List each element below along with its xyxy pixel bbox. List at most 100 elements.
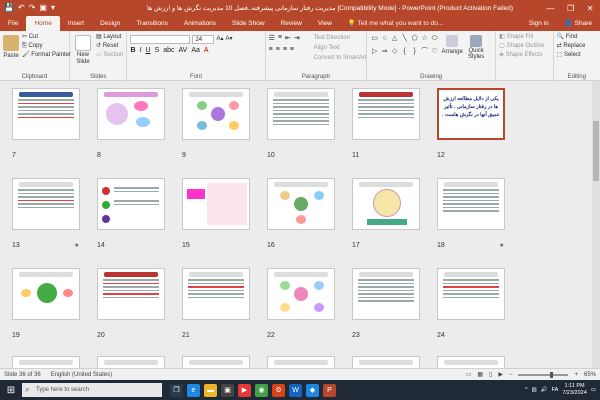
decrease-indent-icon[interactable]: ⇤	[285, 34, 291, 42]
slide-thumbnail-partial[interactable]	[12, 356, 80, 368]
restore-button[interactable]: ❐	[567, 4, 574, 13]
language-status[interactable]: English (United States)	[51, 372, 112, 378]
copy-button[interactable]: ⎘ Copy	[22, 42, 71, 51]
task-view-icon[interactable]: ❐	[170, 383, 183, 397]
paste-button[interactable]: Paste	[3, 33, 19, 61]
edge-icon[interactable]: e	[187, 383, 200, 397]
close-button[interactable]: ✕	[587, 4, 594, 13]
font-size-box[interactable]: 24	[192, 35, 215, 44]
text-direction-button[interactable]: Text Direction	[314, 34, 350, 43]
slide-thumbnail-10[interactable]	[267, 88, 335, 140]
slide-thumbnail-partial[interactable]	[182, 356, 250, 368]
slide-thumbnail-22[interactable]	[267, 268, 335, 320]
font-color-icon[interactable]: A	[204, 47, 209, 54]
shapes-gallery[interactable]: ▭ ○ △ ╲ ⬠ ☆ ⬭ ▷ ⇒ ◇{} ⌒ ♡	[370, 35, 439, 60]
share-button[interactable]: 👤 Share	[557, 16, 600, 31]
save-icon[interactable]: 💾	[4, 0, 14, 16]
slide-thumbnail-14[interactable]	[97, 178, 165, 230]
underline-icon[interactable]: U	[145, 47, 150, 54]
zoom-in-icon[interactable]: +	[574, 372, 578, 378]
align-right-icon[interactable]: ≡	[283, 46, 287, 53]
zoom-out-icon[interactable]: −	[509, 372, 513, 378]
tab-view[interactable]: View	[310, 16, 340, 31]
tab-animations[interactable]: Animations	[176, 16, 224, 31]
slide-thumbnail-partial[interactable]	[352, 356, 420, 368]
slide-thumbnail-21[interactable]	[182, 268, 250, 320]
chrome-icon[interactable]: ◉	[255, 383, 268, 397]
photos-icon[interactable]: ◆	[306, 383, 319, 397]
slide-thumbnail-16[interactable]	[267, 178, 335, 230]
slide-thumbnail-13[interactable]	[12, 178, 80, 230]
system-clock[interactable]: 1:11 PM 7/23/2024	[562, 383, 586, 397]
quick-styles-button[interactable]: Quick Styles	[465, 33, 487, 60]
file-explorer-icon[interactable]: ▬	[204, 383, 217, 397]
convert-smartart-button[interactable]: Convert to SmartArt	[314, 54, 367, 63]
media-player-icon[interactable]: ▶	[238, 383, 251, 397]
align-text-button[interactable]: Align Text	[314, 44, 340, 53]
scrollbar-thumb[interactable]	[593, 121, 599, 181]
replace-button[interactable]: ⇄ Replace	[557, 42, 597, 51]
slide-thumbnail-11[interactable]	[352, 88, 420, 140]
tab-slide-show[interactable]: Slide Show	[224, 16, 273, 31]
tell-me-box[interactable]: 💡 Tell me what you want to do...	[340, 16, 451, 31]
new-slide-button[interactable]: New Slide	[73, 33, 93, 66]
tab-design[interactable]: Design	[92, 16, 128, 31]
minimize-button[interactable]: —	[546, 4, 554, 13]
slide-thumbnail-partial[interactable]	[437, 356, 505, 368]
word-icon[interactable]: W	[289, 383, 302, 397]
font-name-box[interactable]	[130, 35, 191, 44]
select-button[interactable]: ⬚ Select	[557, 51, 597, 60]
taskbar-search-box[interactable]: ⌕ Type here to search	[22, 383, 162, 397]
shrink-font-icon[interactable]: A▾	[225, 35, 232, 44]
reset-button[interactable]: ↺ Reset	[96, 42, 123, 51]
network-icon[interactable]: ▥	[532, 387, 537, 393]
tray-chevron-icon[interactable]: ^	[525, 387, 528, 393]
normal-view-icon[interactable]: ▭	[466, 371, 472, 378]
redo-icon[interactable]: ↷	[29, 0, 36, 16]
align-left-icon[interactable]: ≡	[269, 46, 273, 53]
arrange-button[interactable]: Arrange	[441, 33, 463, 60]
zoom-slider[interactable]	[518, 371, 569, 378]
slide-thumbnail-24[interactable]	[437, 268, 505, 320]
windows-start-icon[interactable]: ⊞	[0, 380, 22, 400]
cut-button[interactable]: ✂ Cut	[22, 33, 71, 42]
slide-thumbnail-8[interactable]	[97, 88, 165, 140]
slide-thumbnail-9[interactable]	[182, 88, 250, 140]
sign-in-link[interactable]: Sign in	[521, 16, 557, 31]
slide-thumbnail-18[interactable]	[437, 178, 505, 230]
slide-thumbnail-7[interactable]	[12, 88, 80, 140]
tab-review[interactable]: Review	[273, 16, 310, 31]
find-button[interactable]: 🔍 Find	[557, 33, 597, 42]
shadow-icon[interactable]: S	[155, 47, 160, 54]
layout-button[interactable]: ▤ Layout	[96, 33, 123, 42]
grow-font-icon[interactable]: A▴	[216, 35, 223, 44]
slideshow-view-icon[interactable]: ▶	[498, 371, 503, 378]
tab-file[interactable]: File	[0, 16, 26, 31]
increase-indent-icon[interactable]: ⇥	[294, 34, 300, 42]
shape-fill-button[interactable]: ◧ Shape Fill	[499, 33, 549, 42]
settings-icon[interactable]: ⚙	[272, 383, 285, 397]
bold-icon[interactable]: B	[130, 47, 135, 54]
shape-outline-button[interactable]: ▢ Shape Outline	[499, 42, 549, 51]
slide-sorter[interactable]: 7 8 9 10 11 یکی از دلایل مطالعه ارزش ها …	[0, 81, 600, 368]
bullets-icon[interactable]: ☰	[269, 34, 275, 42]
undo-icon[interactable]: ↶	[18, 0, 25, 16]
volume-icon[interactable]: 🔊	[541, 387, 548, 393]
powerpoint-icon[interactable]: P	[323, 383, 336, 397]
char-spacing-icon[interactable]: AV	[179, 47, 188, 54]
language-indicator[interactable]: FA	[552, 387, 559, 393]
slide-thumbnail-23[interactable]	[352, 268, 420, 320]
tab-insert[interactable]: Insert	[60, 16, 92, 31]
slide-thumbnail-15[interactable]	[182, 178, 250, 230]
slide-sorter-view-icon[interactable]: ▦	[477, 371, 483, 378]
justify-icon[interactable]: ≡	[290, 46, 294, 53]
tab-home[interactable]: Home	[26, 16, 60, 31]
tab-transitions[interactable]: Transitions	[128, 16, 176, 31]
start-from-beginning-icon[interactable]: ▣	[39, 0, 47, 16]
customize-qat-icon[interactable]: ▾	[51, 0, 55, 16]
numbering-icon[interactable]: ≡	[278, 34, 282, 42]
notification-icon[interactable]: ▭	[591, 387, 596, 393]
section-button[interactable]: ▭ Section	[96, 51, 123, 60]
align-center-icon[interactable]: ≡	[276, 46, 280, 53]
slide-thumbnail-19[interactable]	[12, 268, 80, 320]
